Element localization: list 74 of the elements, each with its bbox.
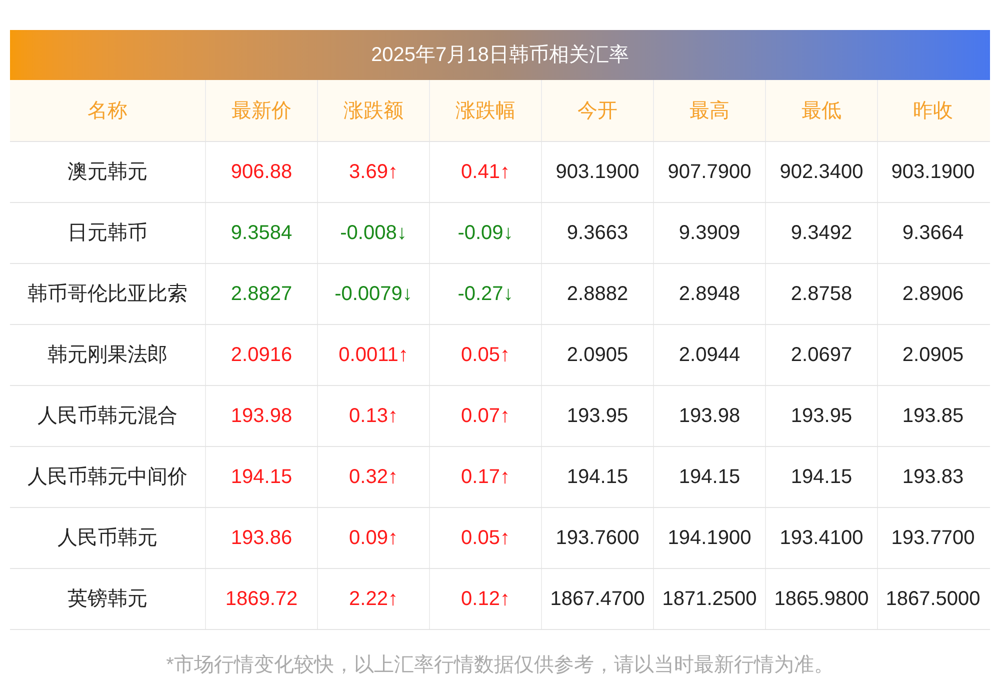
table-cell-text: 2.0905 xyxy=(901,343,965,368)
table-cell: 9.3584 xyxy=(206,203,318,263)
table-cell: 194.15 xyxy=(206,447,318,507)
table-cell: 2.8758 xyxy=(766,264,878,324)
table-cell: 193.7600 xyxy=(542,508,654,568)
table-cell: 2.0944 xyxy=(654,325,766,385)
table-cell: 193.86 xyxy=(206,508,318,568)
table-cell: 2.8882 xyxy=(542,264,654,324)
table-cell: 1867.4700 xyxy=(542,569,654,629)
table-cell: 9.3909 xyxy=(654,203,766,263)
table-cell: 韩元刚果法郎 xyxy=(10,325,206,385)
table-cell: 906.88 xyxy=(206,142,318,202)
table-cell: 0.0011↑ xyxy=(318,325,430,385)
table-cell: 193.98 xyxy=(654,386,766,446)
column-header: 昨收 xyxy=(912,98,954,124)
table-cell: 193.98 xyxy=(206,386,318,446)
table-cell: 2.0916 xyxy=(206,325,318,385)
table-cell: 194.15 xyxy=(654,447,766,507)
table-cell: 0.13↑ xyxy=(318,386,430,446)
table-cell: 0.05↑ xyxy=(430,325,542,385)
table-cell: 澳元韩元 xyxy=(10,142,206,202)
table-cell: 0.32↑ xyxy=(318,447,430,507)
table-cell: 0.05↑ xyxy=(430,508,542,568)
column-header: 最新价 xyxy=(206,80,318,141)
column-header: 最高 xyxy=(654,80,766,141)
table-cell: 1869.72 xyxy=(206,569,318,629)
table-cell: 2.8948 xyxy=(654,264,766,324)
table-cell: 2.22↑ xyxy=(318,569,430,629)
table-cell: -0.008↓ xyxy=(318,203,430,263)
footnote: *市场行情变化较快，以上汇率行情数据仅供参考，请以当时最新行情为准。 xyxy=(165,653,835,678)
table-cell: 907.7900 xyxy=(654,142,766,202)
column-header: 最低 xyxy=(766,80,878,141)
table-cell: 3.69↑ xyxy=(318,142,430,202)
table-cell-text: 903.1900 xyxy=(890,160,976,185)
table-cell: -0.09↓ xyxy=(430,203,542,263)
table-cell: 英镑韩元 xyxy=(10,569,206,629)
column-header: 名称 xyxy=(10,80,206,141)
column-header: 涨跌额 xyxy=(318,80,430,141)
table-cell: 902.3400 xyxy=(766,142,878,202)
table-cell: 9.3492 xyxy=(766,203,878,263)
table-cell: 194.15 xyxy=(542,447,654,507)
table-cell: 194.15 xyxy=(766,447,878,507)
table-cell: 2.0905 xyxy=(542,325,654,385)
table-cell: 0.09↑ xyxy=(318,508,430,568)
table-cell: 1871.2500 xyxy=(654,569,766,629)
table-cell-text: 1867.5000 xyxy=(884,587,982,612)
table-cell: 903.1900 xyxy=(542,142,654,202)
table-cell: 1865.9800 xyxy=(766,569,878,629)
table-cell: 9.3663 xyxy=(542,203,654,263)
table-cell: -0.27↓ xyxy=(430,264,542,324)
table-cell-text: 9.3664 xyxy=(901,221,965,246)
table-cell-text: 2.8906 xyxy=(901,282,965,307)
table-cell: 人民币韩元 xyxy=(10,508,206,568)
table-cell: 193.4100 xyxy=(766,508,878,568)
table-cell: 193.95 xyxy=(766,386,878,446)
table-cell: 2.8827 xyxy=(206,264,318,324)
column-header: 今开 xyxy=(542,80,654,141)
table-cell: 0.17↑ xyxy=(430,447,542,507)
table-cell: 0.41↑ xyxy=(430,142,542,202)
table-cell: 2.0697 xyxy=(766,325,878,385)
table-cell: 193.95 xyxy=(542,386,654,446)
table-cell-text: 193.83 xyxy=(901,465,965,490)
table-cell: 194.1900 xyxy=(654,508,766,568)
table-title-bar: 2025年7月18日韩币相关汇率 xyxy=(10,30,990,80)
table-cell: 韩币哥伦比亚比索 xyxy=(10,264,206,324)
table-cell-text: 193.7700 xyxy=(890,526,976,551)
column-header: 涨跌幅 xyxy=(430,80,542,141)
table-cell: 日元韩币 xyxy=(10,203,206,263)
table-cell: -0.0079↓ xyxy=(318,264,430,324)
table-cell: 人民币韩元混合 xyxy=(10,386,206,446)
table-cell-text: 193.85 xyxy=(901,404,965,429)
table-cell: 0.12↑ xyxy=(430,569,542,629)
table-cell: 人民币韩元中间价 xyxy=(10,447,206,507)
table-cell: 0.07↑ xyxy=(430,386,542,446)
